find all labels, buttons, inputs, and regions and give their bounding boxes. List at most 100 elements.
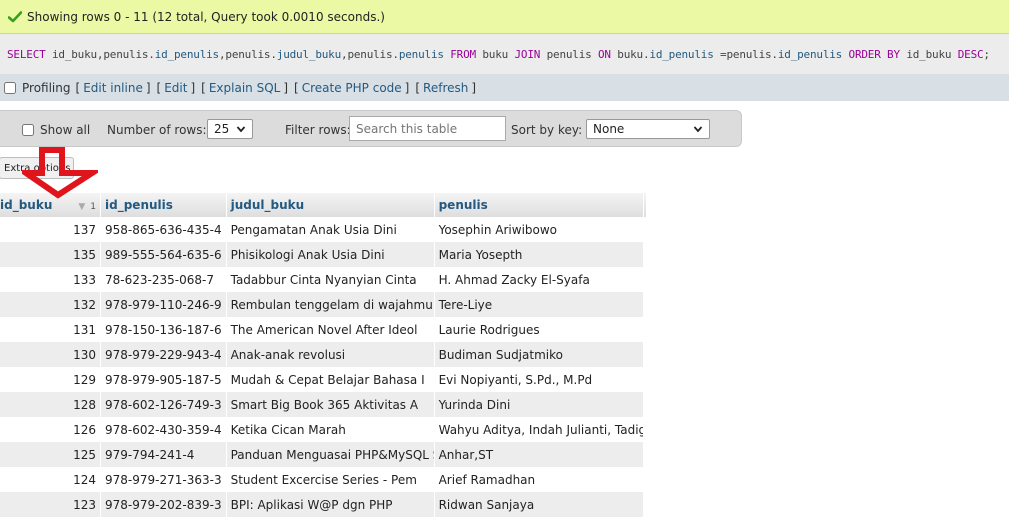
sort-arrow-icon: ▼ xyxy=(78,202,86,212)
table-cell-id-buku[interactable]: 133 xyxy=(0,267,102,292)
table-row[interactable]: 133 78-623-235-068-7 Tadabbur Cinta Nyanyi… xyxy=(0,267,646,292)
table-cell-judul-buku[interactable]: Student Excercise Series - Pem xyxy=(226,467,435,492)
sql-text: penulis xyxy=(540,47,598,61)
column-header-label: penulis xyxy=(438,198,488,212)
table-cell-id-penulis[interactable]: 978-979-229-943-4 xyxy=(100,342,227,367)
sql-keyword: JOIN xyxy=(514,47,541,61)
edit-inline-link[interactable]: Edit inline xyxy=(83,81,143,95)
table-cell-judul-buku[interactable]: Anak-anak revolusi xyxy=(226,342,435,367)
table-row[interactable]: 130 978-979-229-943-4 Anak-anak revolusi Bu… xyxy=(0,342,646,367)
table-cell-judul-buku[interactable]: The American Novel After Ideol xyxy=(226,317,435,342)
table-cell-judul-buku[interactable]: Rembulan tenggelam di wajahmu xyxy=(226,292,435,317)
sql-field: judul_buku xyxy=(276,47,342,61)
profiling-label: Profiling xyxy=(22,80,71,95)
column-header-id-penulis[interactable]: id_penulis xyxy=(100,193,227,217)
table-cell-id-buku[interactable]: 125 xyxy=(0,442,102,467)
chevron-down-icon xyxy=(236,123,246,137)
table-cell-id-penulis[interactable]: 958-865-636-435-4 xyxy=(100,217,227,242)
table-cell-judul-buku[interactable]: Phisikologi Anak Usia Dini xyxy=(226,242,435,267)
table-cell-penulis[interactable]: Laurie Rodrigues xyxy=(434,317,644,342)
table-cell-id-buku[interactable]: 129 xyxy=(0,367,102,392)
table-cell-penulis[interactable]: Evi Nopiyanti, S.Pd., M.Pd xyxy=(434,367,644,392)
create-php-code-link[interactable]: Create PHP code xyxy=(302,81,402,95)
table-row[interactable]: 128 978-602-126-749-3 Smart Big Book 365 A… xyxy=(0,392,646,417)
table-cell-penulis[interactable]: Budiman Sudjatmiko xyxy=(434,342,644,367)
sort-by-key-select[interactable]: None xyxy=(586,119,710,139)
table-cell-id-penulis[interactable]: 978-602-430-359-4 xyxy=(100,417,227,442)
chevron-down-icon xyxy=(693,123,703,137)
table-cell-id-penulis[interactable]: 978-150-136-187-6 xyxy=(100,317,227,342)
sql-text: buku. xyxy=(610,47,650,61)
table-cell-judul-buku[interactable]: Pengamatan Anak Usia Dini xyxy=(226,217,435,242)
table-cell-penulis[interactable]: Wahyu Aditya, Indah Julianti, Tadiga K. xyxy=(434,417,644,442)
annotation-arrow-icon xyxy=(22,147,98,199)
table-cell-judul-buku[interactable]: BPI: Aplikasi W@P dgn PHP xyxy=(226,492,435,517)
sql-keyword: ORDER BY xyxy=(842,47,901,61)
column-header-judul-buku[interactable]: judul_buku xyxy=(226,193,435,217)
table-cell-penulis[interactable]: H. Ahmad Zacky El-Syafa xyxy=(434,267,644,292)
table-row[interactable]: 137 958-865-636-435-4 Pengamatan Anak Usia… xyxy=(0,217,646,242)
table-cell-judul-buku[interactable]: Ketika Cican Marah xyxy=(226,417,435,442)
table-cell-id-buku[interactable]: 128 xyxy=(0,392,102,417)
table-cell-penulis[interactable]: Yurinda Dini xyxy=(434,392,644,417)
sql-field: id_penulis xyxy=(154,47,219,61)
sql-field: penulis xyxy=(398,47,444,61)
number-of-rows-select[interactable]: 25 xyxy=(207,119,253,139)
table-cell-id-buku[interactable]: 131 xyxy=(0,317,102,342)
table-cell-id-buku[interactable]: 137 xyxy=(0,217,102,242)
table-cell-id-penulis[interactable]: 978-602-126-749-3 xyxy=(100,392,227,417)
results-table: id_buku ▼ 1 id_penulis judul_buku penulis … xyxy=(0,193,647,517)
table-row[interactable]: 129 978-979-905-187-5 Mudah & Cepat Belaja… xyxy=(0,367,646,392)
table-cell-id-penulis[interactable]: 78-623-235-068-7 xyxy=(100,267,227,292)
table-cell-id-buku[interactable]: 135 xyxy=(0,242,102,267)
table-cell-id-buku[interactable]: 126 xyxy=(0,417,102,442)
filter-rows-input[interactable] xyxy=(349,116,506,141)
table-row[interactable]: 135 989-555-564-635-6 Phisikologi Anak Usi… xyxy=(0,242,646,267)
table-cell-penulis[interactable]: Anhar,ST xyxy=(434,442,644,467)
column-header-penulis[interactable]: penulis xyxy=(434,193,644,217)
edit-link[interactable]: Edit xyxy=(164,81,187,95)
table-navigation-bar: Show all Number of rows: 25 Filter rows:… xyxy=(0,110,742,147)
table-cell-judul-buku[interactable]: Smart Big Book 365 Aktivitas A xyxy=(226,392,435,417)
sql-text: ,penulis. xyxy=(218,47,277,61)
profiling-checkbox[interactable] xyxy=(4,81,16,94)
sql-keyword: DESC xyxy=(957,47,984,61)
explain-sql-link[interactable]: Explain SQL xyxy=(209,81,281,95)
table-cell-id-penulis[interactable]: 979-794-241-4 xyxy=(100,442,227,467)
sql-keyword: FROM xyxy=(443,47,483,61)
query-actions-bar: Profiling [Edit inline] [Edit] [Explain … xyxy=(0,74,1009,101)
table-cell-id-buku[interactable]: 132 xyxy=(0,292,102,317)
table-cell-judul-buku[interactable]: Tadabbur Cinta Nyanyian Cinta xyxy=(226,267,435,292)
table-cell-judul-buku[interactable]: Mudah & Cepat Belajar Bahasa I xyxy=(226,367,435,392)
sort-order-number: 1 xyxy=(90,202,97,212)
table-cell-id-buku[interactable]: 124 xyxy=(0,467,102,492)
table-row[interactable]: 123 978-979-202-839-3 BPI: Aplikasi W@P dg… xyxy=(0,492,646,517)
table-cell-penulis[interactable]: Ridwan Sanjaya xyxy=(434,492,644,517)
column-header-label: id_buku xyxy=(0,198,53,212)
table-cell-id-penulis[interactable]: 978-979-202-839-3 xyxy=(100,492,227,517)
table-cell-id-buku[interactable]: 123 xyxy=(0,492,102,517)
check-icon xyxy=(8,10,22,23)
table-row[interactable]: 126 978-602-430-359-4 Ketika Cican Marah Wa… xyxy=(0,417,646,442)
table-cell-id-penulis[interactable]: 978-979-110-246-9 xyxy=(100,292,227,317)
sql-field: id_penulis xyxy=(649,47,714,61)
table-cell-penulis[interactable]: Maria Yosepth xyxy=(434,242,644,267)
refresh-link[interactable]: Refresh xyxy=(423,81,468,95)
table-cell-penulis[interactable]: Yosephin Ariwibowo xyxy=(434,217,644,242)
table-cell-id-buku[interactable]: 130 xyxy=(0,342,102,367)
table-row[interactable]: 125 979-794-241-4 Panduan Menguasai PHP&My… xyxy=(0,442,646,467)
sql-text: id_buku xyxy=(899,47,958,61)
table-cell-id-penulis[interactable]: 989-555-564-635-6 xyxy=(100,242,227,267)
sort-by-key-label: Sort by key: xyxy=(511,122,583,137)
table-cell-id-penulis[interactable]: 978-979-905-187-5 xyxy=(100,367,227,392)
sql-text: buku xyxy=(482,47,515,61)
table-row[interactable]: 131 978-150-136-187-6 The American Novel A… xyxy=(0,317,646,342)
table-row[interactable]: 132 978-979-110-246-9 Rembulan tenggelam d… xyxy=(0,292,646,317)
table-cell-penulis[interactable]: Tere-Liye xyxy=(434,292,644,317)
sql-field: id_penulis xyxy=(777,47,843,61)
table-cell-id-penulis[interactable]: 978-979-271-363-3 xyxy=(100,467,227,492)
table-cell-penulis[interactable]: Arief Ramadhan xyxy=(434,467,644,492)
show-all-checkbox[interactable] xyxy=(22,123,34,136)
table-row[interactable]: 124 978-979-271-363-3 Student Excercise Se… xyxy=(0,467,646,492)
table-cell-judul-buku[interactable]: Panduan Menguasai PHP&MySQL Se xyxy=(226,442,435,467)
